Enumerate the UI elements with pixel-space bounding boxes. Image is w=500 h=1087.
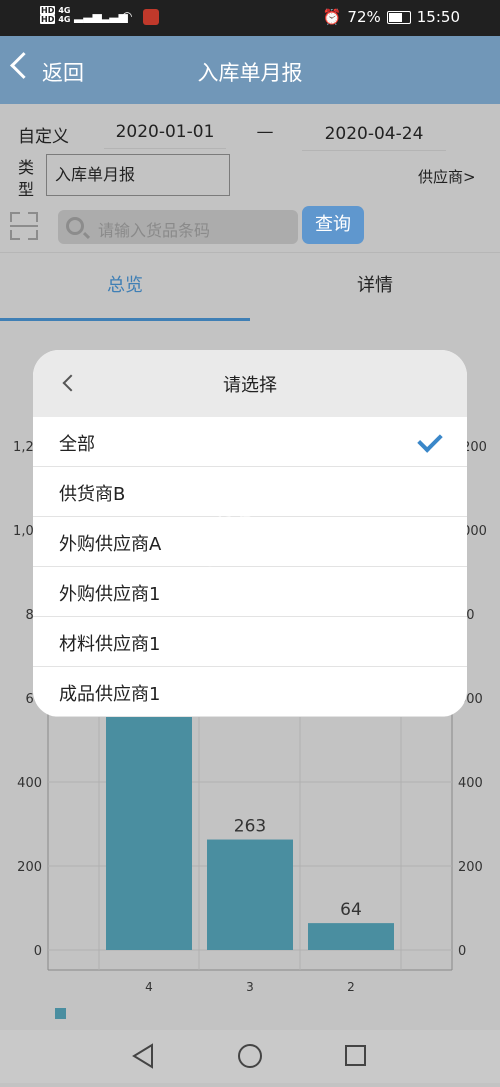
title-bar: 返回 入库单月报 — [0, 36, 500, 104]
app-notification-icon — [143, 9, 159, 25]
hd-badge: HD — [40, 15, 56, 24]
nav-home-icon[interactable] — [238, 1044, 262, 1068]
tab-overview[interactable]: 总览 — [0, 253, 250, 321]
filter-panel: 自定义 2020-01-01 — 2020-04-24 类 型 入库单月报 供应… — [0, 104, 500, 252]
dialog-header: 请选择 — [33, 350, 467, 417]
y-tick-right: 0 — [458, 944, 466, 959]
option-label: 材料供应商1 — [59, 634, 161, 655]
status-bar: HD 4G HD 4G ▂▃▅ ▂▃▅ ◠ ⏰ 72% 15:50 — [0, 0, 500, 36]
barcode-scan-icon[interactable] — [10, 212, 38, 240]
page-title: 入库单月报 — [197, 61, 303, 85]
end-date-field[interactable]: 2020-04-24 — [302, 124, 446, 151]
type-select[interactable]: 入库单月报 — [46, 154, 230, 196]
legend-swatch — [55, 1008, 66, 1019]
option-item[interactable]: 外购供应商1 — [33, 567, 467, 617]
y-tick-left: 200 — [17, 860, 42, 875]
dialog-title: 请选择 — [223, 375, 277, 396]
signal-icon: ▂▃▅ — [74, 9, 102, 23]
bar-value-label: 64 — [340, 900, 362, 920]
option-label: 供货商B — [59, 484, 126, 505]
search-placeholder: 请输入货品条码 — [98, 221, 211, 240]
date-range-separator: — — [256, 122, 274, 142]
bar — [308, 923, 394, 950]
option-label: 外购供应商1 — [59, 584, 161, 605]
clock: 15:50 — [416, 8, 460, 26]
y-tick-left: 400 — [17, 776, 42, 791]
navigation-bar — [0, 1030, 500, 1083]
type-label-2: 型 — [18, 180, 35, 199]
barcode-search-input[interactable]: 请输入货品条码 — [58, 210, 298, 244]
bar — [207, 839, 293, 950]
type-label-1: 类 — [18, 158, 35, 177]
check-icon — [417, 427, 443, 453]
range-label[interactable]: 自定义 — [18, 122, 69, 147]
query-button[interactable]: 查询 — [302, 206, 364, 244]
status-right: ⏰ 72% 15:50 — [323, 8, 460, 26]
option-label: 外购供应商A — [59, 534, 162, 555]
x-tick-label: 4 — [145, 980, 153, 994]
wifi-icon: ◠ — [122, 9, 133, 23]
nav-back-icon[interactable] — [132, 1043, 153, 1069]
option-label: 全部 — [59, 434, 95, 455]
option-label: 成品供应商1 — [59, 684, 161, 705]
x-tick-label: 2 — [347, 980, 355, 994]
hd-badge: HD — [40, 6, 56, 15]
tab-details[interactable]: 详情 — [250, 253, 500, 319]
battery-icon — [386, 10, 411, 24]
bar-value-label: 263 — [234, 817, 266, 837]
search-icon — [66, 217, 84, 235]
y-tick-right: 200 — [458, 860, 483, 875]
y-tick-right: 400 — [458, 776, 483, 791]
option-item[interactable]: 成品供应商1 — [33, 667, 467, 717]
supplier-link[interactable]: 供应商> — [418, 166, 476, 187]
x-tick-label: 3 — [246, 980, 254, 994]
network-gen-label: 4G — [58, 15, 71, 24]
network-gen-label: 4G — [58, 6, 71, 15]
network-indicator: HD 4G HD 4G — [40, 6, 73, 24]
option-item[interactable]: 全部 — [33, 417, 467, 467]
alarm-icon: ⏰ — [322, 8, 342, 26]
option-item[interactable]: 材料供应商1 — [33, 617, 467, 667]
battery-percent: 72% — [347, 8, 381, 26]
nav-recents-icon[interactable] — [345, 1045, 366, 1066]
tab-bar: 总览 详情 — [0, 252, 500, 321]
start-date-field[interactable]: 2020-01-01 — [104, 122, 226, 149]
y-tick-left: 0 — [34, 944, 42, 959]
